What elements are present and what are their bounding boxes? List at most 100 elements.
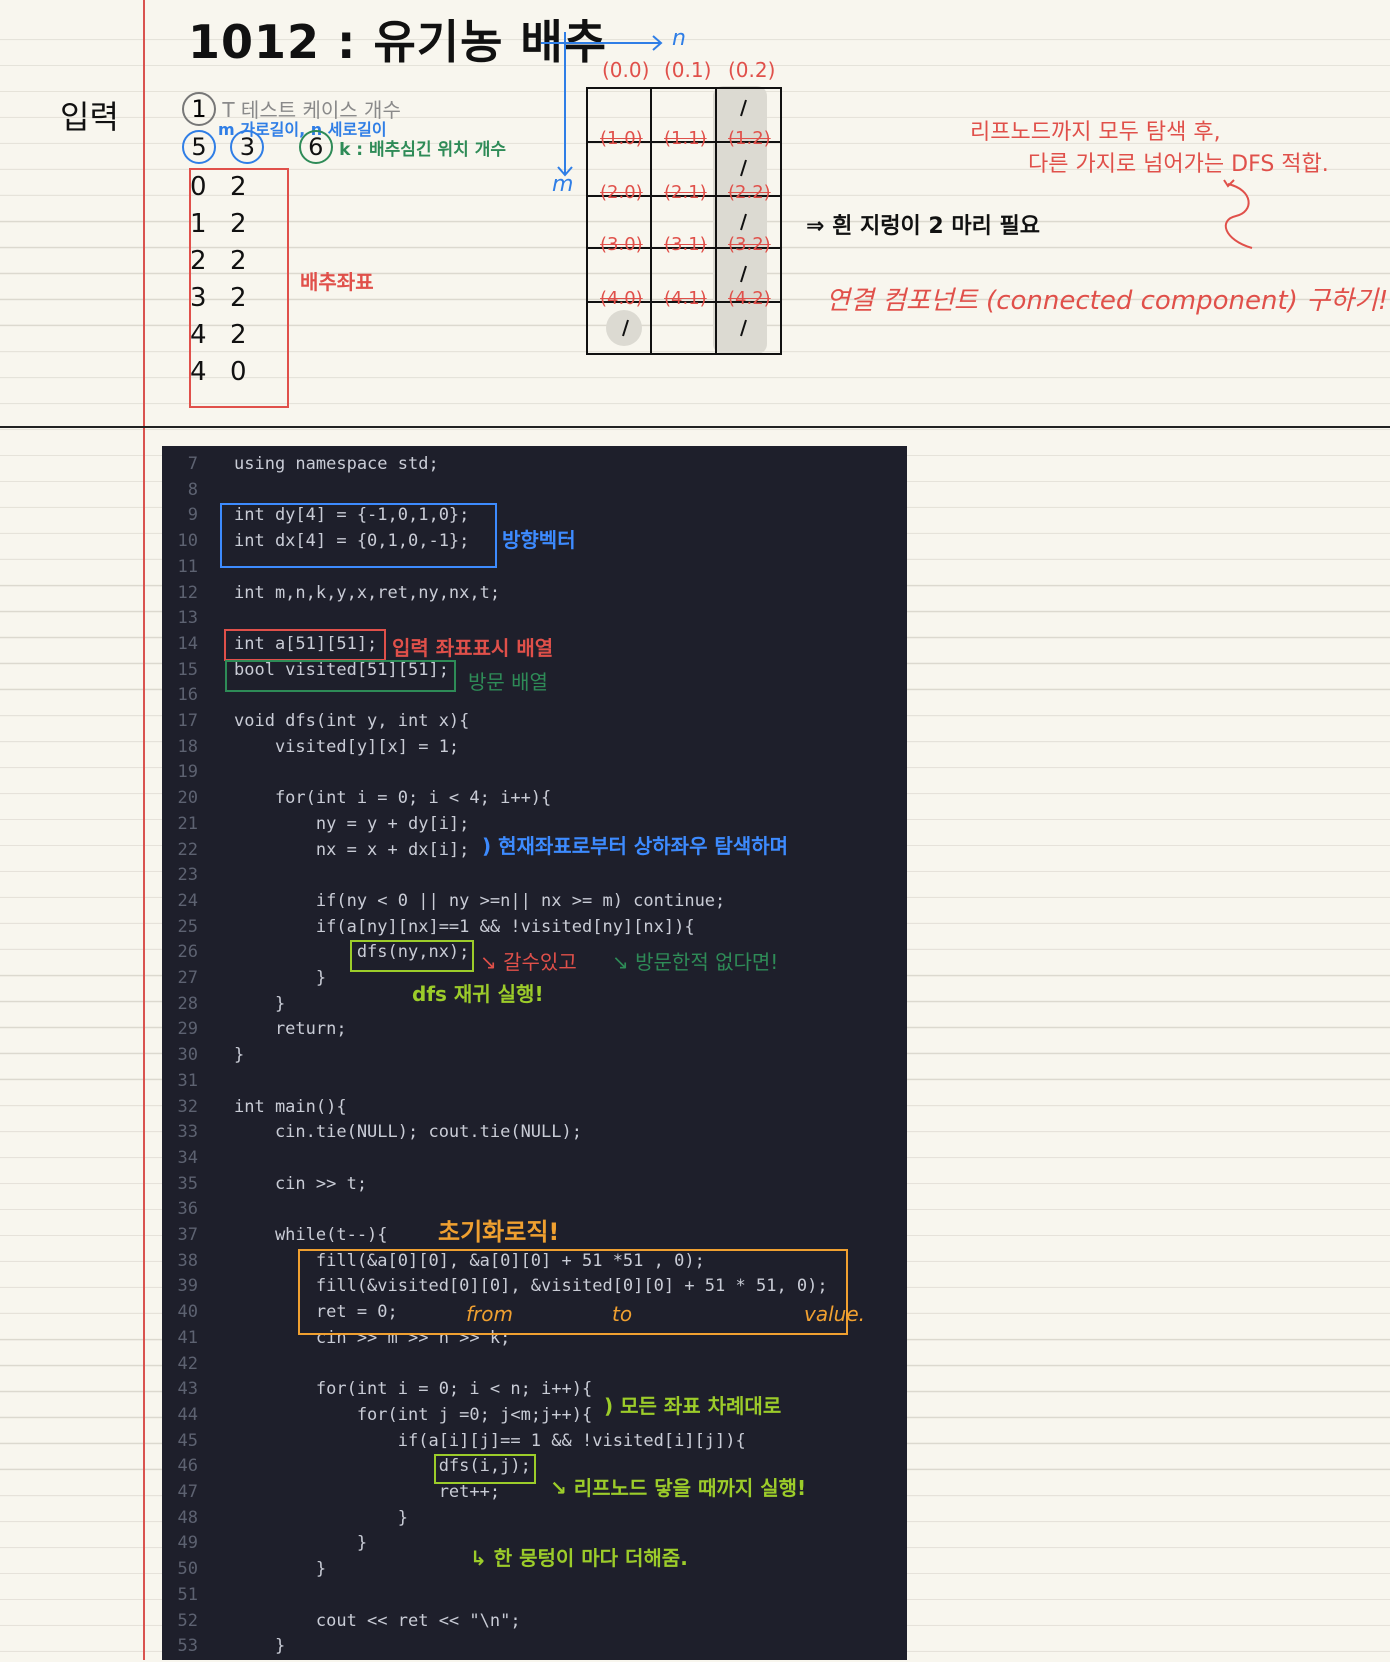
annot-from: from (466, 1302, 513, 1326)
coord-row: 40 (190, 357, 280, 387)
line-number: 48 (177, 1507, 198, 1528)
axis-m: m (552, 172, 574, 197)
code-line: 25 if(a[ny][nx]==1 && !visited[ny][nx]){ (162, 917, 907, 943)
line-number: 24 (177, 890, 198, 911)
coord-x: 2 (230, 320, 247, 350)
code-text: return; (234, 1019, 347, 1040)
input-array-box (224, 629, 386, 661)
code-line: 20 for(int i = 0; i < 4; i++){ (162, 788, 907, 814)
code-line: 45 if(a[i][j]== 1 && !visited[i][j]){ (162, 1431, 907, 1457)
code-text: for(int i = 0; i < n; i++){ (234, 1379, 593, 1400)
code-line: 12 int m,n,k,y,x,ret,ny,nx,t; (162, 583, 907, 609)
grid-cell-label: (3.1) (664, 234, 707, 255)
code-text: ret++; (234, 1482, 501, 1502)
right-note-1: 리프노드까지 모두 탐색 후, (970, 120, 1221, 145)
code-line: 42 (162, 1354, 907, 1380)
line-number: 22 (177, 839, 198, 860)
code-text: cin >> t; (234, 1173, 368, 1194)
coord-x: 2 (230, 246, 247, 276)
m-circle: 5 (182, 130, 216, 164)
coord-x: 2 (230, 172, 247, 202)
margin-line (143, 0, 145, 1660)
line-number: 14 (177, 633, 198, 654)
coord-x: 2 (230, 283, 247, 313)
grid-col-header: (0.2) (728, 58, 776, 82)
code-line: 17 void dfs(int y, int x){ (162, 711, 907, 737)
line-number: 44 (177, 1404, 198, 1425)
annot-until-leaf: ↘ 리프노드 닿을 때까지 실행! (550, 1476, 807, 1500)
line-number: 35 (177, 1173, 198, 1194)
line-number: 43 (177, 1379, 198, 1400)
code-line: 31 (162, 1071, 907, 1097)
line-number: 20 (177, 788, 198, 809)
line-number: 40 (177, 1302, 198, 1323)
line-number: 25 (177, 916, 198, 937)
line-number: 30 (177, 1045, 198, 1066)
line-number: 18 (177, 736, 198, 757)
grid-cell-label: (1.1) (664, 128, 707, 149)
line-number: 47 (177, 1482, 198, 1502)
line-number: 28 (177, 993, 198, 1014)
input-label: 입력 (60, 98, 119, 136)
grid-cell-label: (1.0) (600, 128, 643, 149)
line-number: 33 (177, 1122, 198, 1143)
coord-x: 2 (230, 209, 247, 239)
line-number: 32 (177, 1096, 198, 1117)
line-number: 16 (177, 685, 198, 706)
line-number: 19 (177, 762, 198, 783)
grid-cell-label: (3.0) (600, 234, 643, 255)
grid-cell-label: (4.2) (728, 288, 771, 309)
code-line: 29 return; (162, 1019, 907, 1045)
coord-y: 4 (190, 357, 207, 387)
visit-array-box (225, 660, 456, 692)
right-note-3: 연결 컴포넌트 (connected component) 구하기! (826, 286, 1389, 316)
code-line: 30} (162, 1045, 907, 1071)
line-number: 53 (177, 1636, 198, 1657)
annot-not-visited: ↘ 방문한적 없다면! (612, 950, 779, 974)
code-text: cin.tie(NULL); cout.tie(NULL); (234, 1122, 582, 1143)
mnk-row: 5 3 6 k : 배추심긴 위치 개수 (182, 130, 506, 164)
annot-can-go: ↘ 갈수있고 (480, 950, 577, 974)
coord-y: 0 (190, 172, 207, 202)
line-number: 8 (187, 479, 198, 500)
line-number: 39 (177, 1276, 198, 1297)
init-box (298, 1249, 848, 1335)
code-text: for(int j =0; j<m;j++){ (234, 1404, 593, 1425)
code-line: 53 } (162, 1636, 907, 1662)
code-text: visited[y][x] = 1; (234, 736, 460, 757)
code-text: cout << ret << "\n"; (234, 1610, 521, 1631)
code-text: nx = x + dx[i]; (234, 839, 470, 860)
annot-to: to (612, 1302, 633, 1326)
grid-cell-label: (2.1) (664, 182, 707, 203)
code-text: int m,n,k,y,x,ret,ny,nx,t; (234, 582, 501, 603)
code-line: 35 cin >> t; (162, 1174, 907, 1200)
line-number: 52 (177, 1610, 198, 1631)
line-number: 42 (177, 1353, 198, 1374)
grid-cell-label: (4.0) (600, 288, 643, 309)
grid-cell-label: (2.0) (600, 182, 643, 203)
code-line: 43 for(int i = 0; i < n; i++){ (162, 1379, 907, 1405)
code-text: if(ny < 0 || ny >=n|| nx >= m) continue; (234, 890, 726, 911)
cabbage-label: 배추좌표 (300, 270, 374, 294)
t-circle: 1 (182, 92, 216, 126)
worm-note: ⇒ 흰 지렁이 2 마리 필요 (806, 214, 1040, 239)
code-text: if(a[ny][nx]==1 && !visited[ny][nx]){ (234, 916, 695, 937)
coord-row: 42 (190, 320, 280, 350)
annot-visit-array: 방문 배열 (468, 670, 548, 694)
coord-y: 3 (190, 283, 207, 313)
code-line: 51 (162, 1585, 907, 1611)
code-text: } (234, 1636, 286, 1657)
n-circle: 3 (230, 130, 265, 164)
coord-y: 2 (190, 246, 207, 276)
code-text: void dfs(int y, int x){ (234, 711, 470, 731)
code-line: 7 using namespace std; (162, 454, 907, 480)
line-number: 50 (177, 1559, 198, 1580)
dir-vector-box (220, 503, 497, 568)
coord-y: 4 (190, 320, 207, 350)
line-number: 13 (177, 608, 198, 629)
grid-cell-label: (2.2) (728, 182, 771, 203)
code-line: 8 (162, 480, 907, 506)
annot-dir-vector: 방향벡터 (502, 528, 576, 552)
code-line: 52 cout << ret << "\n"; (162, 1611, 907, 1637)
dfs-call-box (350, 940, 474, 972)
